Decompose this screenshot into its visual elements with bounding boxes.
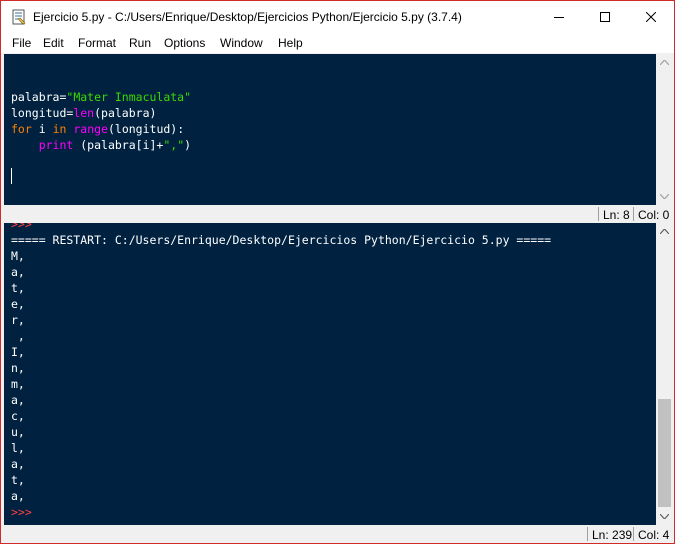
- output-line: r,: [11, 313, 25, 327]
- shell-scrollbar[interactable]: [656, 223, 673, 525]
- window-title: Ejercicio 5.py - C:/Users/Enrique/Deskto…: [33, 10, 462, 24]
- minimize-button[interactable]: [536, 1, 582, 33]
- menu-run[interactable]: Run: [129, 36, 151, 50]
- code-text[interactable]: palabra="Mater Inmaculata" longitud=len(…: [11, 89, 191, 153]
- shell-prompt: >>>: [11, 223, 32, 231]
- menu-edit[interactable]: Edit: [43, 36, 64, 50]
- shell-prompt: >>>: [11, 505, 32, 519]
- menu-format[interactable]: Format: [78, 36, 116, 50]
- close-button[interactable]: [628, 1, 674, 33]
- scroll-up-arrow-icon[interactable]: [656, 54, 673, 71]
- text-cursor: [11, 168, 12, 184]
- output-line: ,: [11, 329, 25, 343]
- close-icon: [646, 12, 656, 22]
- scroll-down-arrow-icon[interactable]: [656, 508, 673, 525]
- menu-help[interactable]: Help: [278, 36, 303, 50]
- status-separator: [633, 207, 634, 221]
- editor-line-number: Ln: 8: [603, 208, 630, 222]
- shell-column-number: Col: 4: [638, 528, 670, 542]
- shell-pane[interactable]: >>> ===== RESTART: C:/Users/Enrique/Desk…: [4, 223, 656, 525]
- output-line: m,: [11, 377, 25, 391]
- output-line: a,: [11, 457, 25, 471]
- maximize-button[interactable]: [582, 1, 628, 33]
- output-line: a,: [11, 489, 25, 503]
- output-line: a,: [11, 393, 25, 407]
- code-line-1: palabra="Mater Inmaculata": [11, 90, 192, 104]
- output-line: I,: [11, 345, 25, 359]
- minimize-icon: [554, 17, 564, 18]
- output-line: t,: [11, 473, 25, 487]
- menu-bar: File Edit Format Run Options Window Help: [1, 33, 674, 53]
- shell-status-bar: Ln: 239 Col: 4: [4, 525, 673, 543]
- status-separator: [598, 207, 599, 221]
- scroll-up-arrow-icon[interactable]: [656, 223, 673, 240]
- idle-window: Ejercicio 5.py - C:/Users/Enrique/Deskto…: [0, 0, 675, 544]
- status-separator: [587, 527, 588, 541]
- code-line-4: print (palabra[i]+","): [38, 138, 192, 152]
- editor-column-number: Col: 0: [638, 208, 670, 222]
- editor-pane[interactable]: palabra="Mater Inmaculata" longitud=len(…: [4, 54, 656, 205]
- editor-status-bar: Ln: 8 Col: 0: [4, 205, 673, 223]
- output-line: l,: [11, 441, 25, 455]
- menu-options[interactable]: Options: [164, 36, 205, 50]
- output-line: e,: [11, 297, 25, 311]
- scrollbar-thumb[interactable]: [658, 399, 671, 507]
- maximize-icon: [600, 12, 610, 22]
- output-line: c,: [11, 409, 25, 423]
- title-bar[interactable]: Ejercicio 5.py - C:/Users/Enrique/Deskto…: [1, 1, 674, 33]
- output-line: a,: [11, 265, 25, 279]
- restart-banner: ===== RESTART: C:/Users/Enrique/Desktop/…: [11, 233, 552, 247]
- output-line: M,: [11, 249, 25, 263]
- output-line: t,: [11, 281, 25, 295]
- status-separator: [633, 527, 634, 541]
- output-line: n,: [11, 361, 25, 375]
- scroll-down-arrow-icon[interactable]: [656, 188, 673, 205]
- code-line-2: longitud=len(palabra): [11, 106, 157, 120]
- code-line-3: for i in range(longitud):: [11, 122, 185, 136]
- shell-output[interactable]: >>> ===== RESTART: C:/Users/Enrique/Desk…: [11, 223, 551, 520]
- menu-file[interactable]: File: [12, 36, 31, 50]
- shell-line-number: Ln: 239: [592, 528, 633, 542]
- idle-file-icon: [11, 9, 27, 25]
- menu-window[interactable]: Window: [220, 36, 263, 50]
- editor-scrollbar[interactable]: [656, 54, 673, 205]
- output-line: u,: [11, 425, 25, 439]
